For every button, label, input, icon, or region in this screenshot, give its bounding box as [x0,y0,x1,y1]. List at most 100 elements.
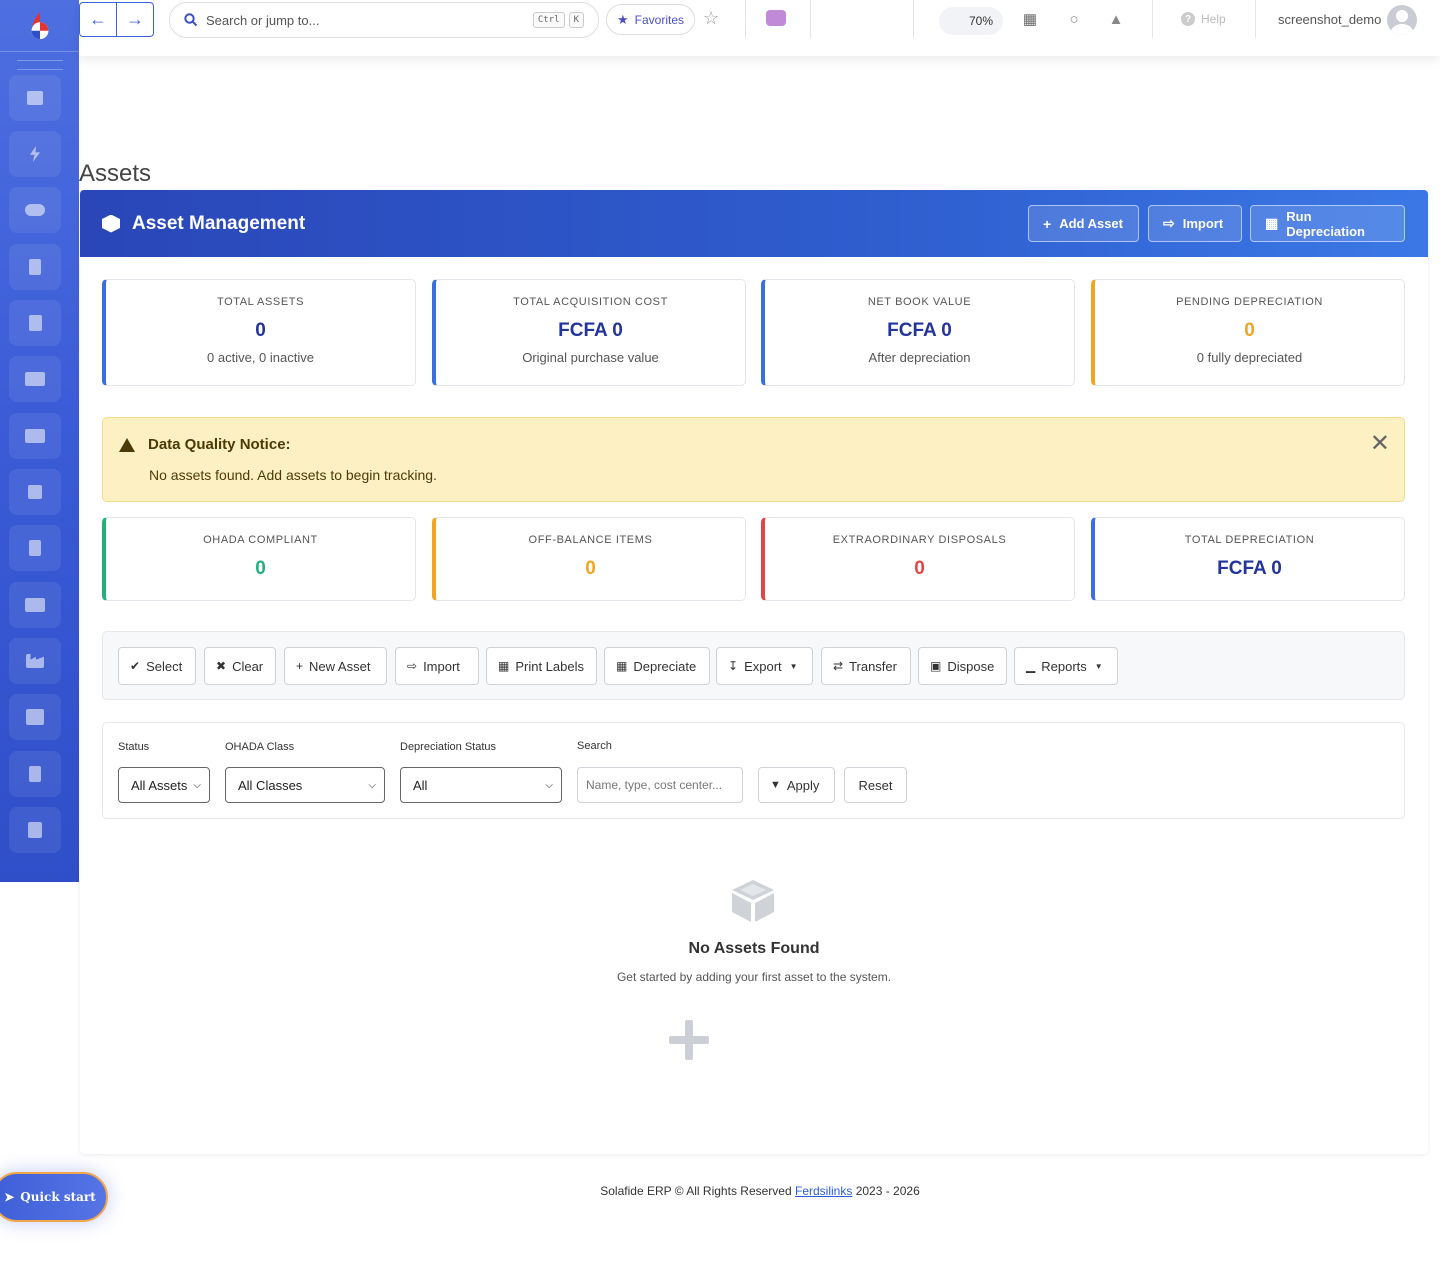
contact-icon[interactable] [9,300,61,346]
card-title: Asset Management [132,212,306,234]
transfer-label: Transfer [849,658,897,674]
help-link[interactable]: ? Help [1181,12,1226,26]
stat-label: TOTAL ASSETS [216,296,305,308]
toolbar-import-button[interactable]: ⇨ Import [395,647,479,685]
add-favorite-star-icon[interactable]: ☆ [703,8,719,29]
export-label: Export [744,658,782,674]
stat-card: TOTAL ASSETS 0 0 active, 0 inactive [102,279,416,386]
run-depreciation-label: Run Depreciation [1286,208,1365,239]
forward-arrow-icon[interactable]: → [116,3,153,36]
chart-bar-icon: ▁ [1026,659,1036,673]
menu-toggle-icon[interactable] [16,60,63,70]
logo[interactable] [0,0,79,52]
check-double-icon: ✔ [130,659,141,673]
stat-card: OHADA COMPLIANT 0 [102,517,416,601]
robot-icon[interactable] [766,10,786,26]
close-icon[interactable]: ✕ [1370,432,1390,456]
history-nav: ← → [79,2,154,37]
print-labels-label: Print Labels [515,658,584,674]
stat-label: TOTAL ACQUISITION COST [513,296,668,308]
warehouse-icon[interactable] [9,582,61,628]
clear-button[interactable]: ✖ Clear [204,647,276,685]
rocket-icon: ➤ [4,1190,15,1204]
document-icon[interactable] [9,244,61,290]
kbd-ctrl: Ctrl [532,12,565,28]
receipt-icon[interactable] [9,525,61,571]
transfer-button[interactable]: ⇄ Transfer [821,647,911,685]
warning-icon [119,437,135,452]
boxes-icon[interactable] [9,356,61,402]
stat-card: EXTRAORDINARY DISPOSALS 0 [761,517,1075,601]
select-label: Select [146,658,183,674]
add-first-asset-plus-icon[interactable] [669,1020,709,1060]
chat-icon[interactable]: ○ [1066,11,1082,28]
add-asset-button[interactable]: + Add Asset [1028,205,1139,242]
dispose-label: Dispose [947,658,995,674]
ohada-class-label: OHADA Class [225,741,295,753]
empty-state-title: No Assets Found [688,940,820,957]
quick-start-button[interactable]: ➤ Quick start [0,1172,108,1222]
depreciate-label: Depreciate [633,658,697,674]
ohada-class-value: All Classes [238,777,303,793]
book-icon[interactable] [9,807,61,853]
stat-card: PENDING DEPRECIATION 0 0 fully depreciated [1091,279,1405,386]
run-depreciation-button[interactable]: ▦ Run Depreciation [1250,205,1405,242]
back-arrow-icon[interactable]: ← [80,3,116,36]
apply-filter-button[interactable]: ▼ Apply [758,767,835,803]
calculator-icon[interactable] [9,75,61,121]
asset-search-input[interactable]: Name, type, cost center... [577,767,743,803]
trash-icon: ▣ [930,659,942,673]
calculator-icon: ▦ [616,659,628,673]
stat-subtext: 0 fully depreciated [1196,350,1303,365]
bag-icon[interactable] [9,469,61,515]
building-icon[interactable] [9,751,61,797]
footer-text: Solafide ERP © All Rights Reserved [600,1184,792,1198]
dispose-button[interactable]: ▣ Dispose [918,647,1007,685]
avatar[interactable] [1387,5,1417,35]
calendar-icon[interactable]: ▦ [1022,11,1038,28]
help-label: Help [1201,12,1226,26]
star-filled-icon: ★ [617,11,629,27]
download-icon: ↧ [728,659,739,673]
apply-label: Apply [786,777,820,793]
kbd-k: K [568,12,584,28]
reports-dropdown[interactable]: ▁ Reports ▼ [1014,647,1118,685]
status-select[interactable]: All Assets ⌵ [118,767,210,803]
asset-management-card: Asset Management + Add Asset ⇨ Import ▦ Run… [80,190,1428,1154]
import-button[interactable]: ⇨ Import [1148,205,1242,242]
add-asset-label: Add Asset [1059,216,1123,231]
bank-icon[interactable] [9,694,61,740]
print-labels-button[interactable]: ▦ Print Labels [486,647,597,685]
username[interactable]: screenshot_demo [1278,12,1381,27]
select-button[interactable]: ✔ Select [118,647,196,685]
bulk-actions-toolbar: ✔ Select ✖ Clear + New Asset ⇨ Import ▦ Print… [102,631,1405,700]
reset-filter-button[interactable]: Reset [844,767,907,803]
depreciation-status-select[interactable]: All ⌵ [400,767,562,803]
card-header: Asset Management + Add Asset ⇨ Import ▦ Run… [80,190,1428,257]
zoom-level[interactable]: 70% [939,7,1003,35]
empty-state-subtitle: Get started by adding your first asset t… [616,970,892,984]
stat-card: TOTAL ACQUISITION COST FCFA 0 Original pur… [432,279,746,386]
plus-icon: + [296,659,304,673]
stat-card: NET BOOK VALUE FCFA 0 After depreciation [761,279,1075,386]
calculator-icon: ▦ [1265,215,1279,231]
footer: Solafide ERP © All Rights Reserved Ferds… [0,1184,1440,1198]
favorites-label: Favorites [634,12,685,27]
store-icon[interactable] [9,413,61,459]
stat-value: FCFA 0 [1217,558,1282,579]
new-asset-button[interactable]: + New Asset [284,647,387,685]
favorites-button[interactable]: ★ Favorites [606,4,696,35]
footer-link[interactable]: Ferdsilinks [795,1184,852,1198]
bell-icon[interactable]: ▲ [1108,11,1124,28]
ohada-class-select[interactable]: All Classes ⌵ [225,767,385,803]
stat-card: OFF-BALANCE ITEMS 0 [432,517,746,601]
export-dropdown[interactable]: ↧ Export ▼ [716,647,813,685]
status-filter-label: Status [118,741,150,753]
handshake-icon[interactable] [9,187,61,233]
quick-start-label: Quick start [20,1190,96,1204]
depreciate-button[interactable]: ▦ Depreciate [604,647,710,685]
caret-down-icon: ▼ [1094,661,1103,671]
global-search[interactable]: Search or jump to... Ctrl K [169,2,599,38]
bolt-icon[interactable] [9,131,61,177]
industry-icon[interactable] [9,638,61,684]
